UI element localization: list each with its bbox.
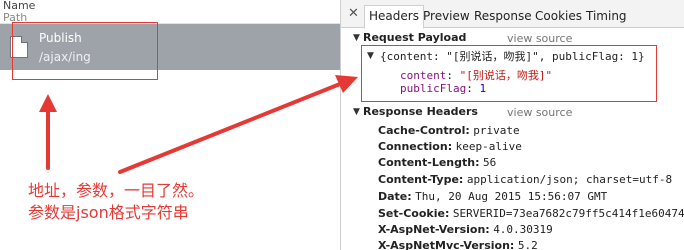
arrow-to-payload <box>118 75 358 174</box>
annotation-arrows <box>39 75 358 174</box>
arrow-up-to-request <box>39 94 57 170</box>
